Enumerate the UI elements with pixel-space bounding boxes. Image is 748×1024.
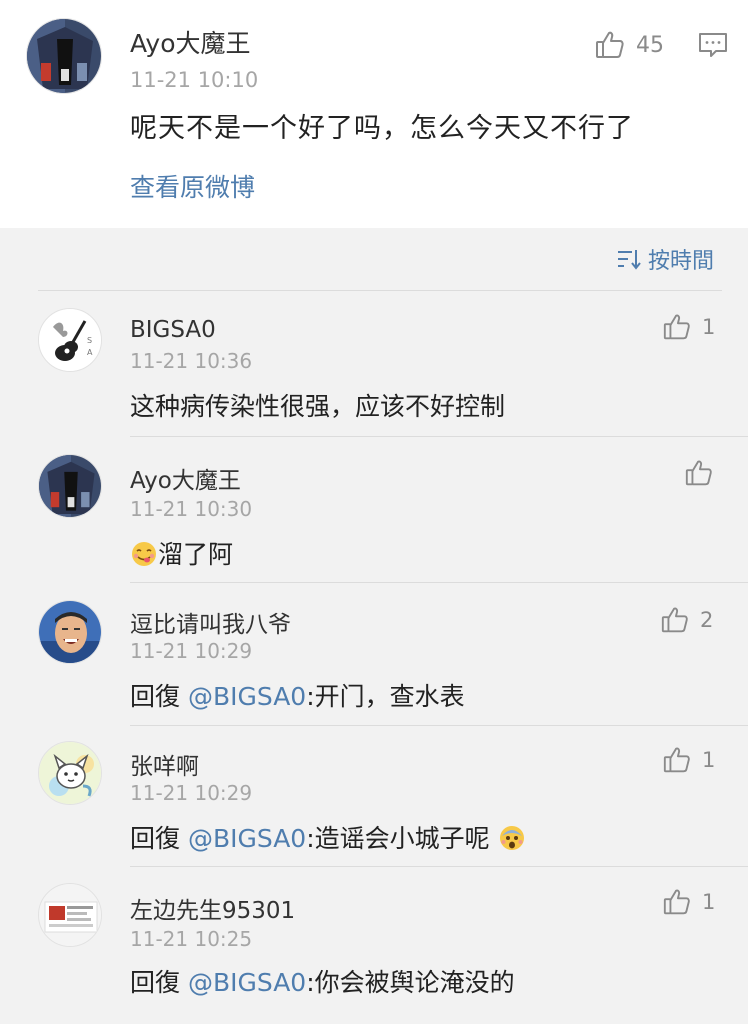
comment-like-button[interactable]: 1	[662, 887, 715, 917]
like-button[interactable]: 45	[594, 28, 664, 62]
commenter-name[interactable]: 左边先生95301	[130, 891, 295, 925]
commenter-name[interactable]: Ayo大魔王	[130, 461, 241, 495]
comment-like-button[interactable]: 1	[662, 312, 715, 342]
post-time: 11-21 10:10	[130, 68, 259, 92]
like-count: 1	[702, 748, 716, 772]
comment-text: 这种病传染性很强，应该不好控制	[130, 392, 506, 421]
comment-text-body: :你会被舆论淹没的	[306, 968, 515, 997]
svg-text:A: A	[87, 348, 93, 357]
comment-text-body: 溜了阿	[158, 540, 234, 569]
svg-text:S: S	[87, 336, 92, 345]
thumbs-up-icon	[662, 745, 692, 775]
post-text: 呢天不是一个好了吗，怎么今天又不行了	[130, 113, 634, 144]
thumbs-up-icon	[660, 605, 690, 635]
mention-link[interactable]: @BIGSA0	[188, 682, 306, 711]
commenter-name[interactable]: BIGSA0	[130, 317, 216, 343]
like-count: 1	[702, 315, 716, 339]
comment-text: 回復 @BIGSA0:开门，查水表	[130, 677, 465, 713]
original-post: Ayo大魔王 11-21 10:10 呢天不是一个好了吗，怎么今天又不行了 查看…	[0, 0, 748, 228]
comment-text: 回復 @BIGSA0:造谣会小城子呢	[130, 819, 526, 855]
commenter-name[interactable]: 逗比请叫我八爷	[130, 605, 291, 639]
reply-prefix: 回復	[130, 682, 181, 711]
sort-toggle[interactable]: 按時間	[616, 244, 714, 274]
reply-prefix: 回復	[130, 824, 181, 853]
thumbs-up-icon	[684, 458, 714, 488]
commenter-name[interactable]: 张咩啊	[130, 747, 199, 781]
thumbs-up-icon	[662, 887, 692, 917]
comment-item: Ayo大魔王 11-21 10:30 溜了阿	[0, 437, 748, 583]
sort-icon	[616, 247, 642, 271]
author-avatar[interactable]	[26, 18, 102, 94]
like-count: 2	[700, 608, 714, 632]
comment-like-button[interactable]: 1	[662, 745, 715, 775]
author-name[interactable]: Ayo大魔王	[130, 24, 251, 60]
commenter-avatar[interactable]: S A	[38, 308, 102, 372]
thumbs-up-icon	[662, 312, 692, 342]
mention-link[interactable]: @BIGSA0	[188, 968, 306, 997]
like-count: 45	[636, 32, 664, 58]
view-original-link[interactable]: 查看原微博	[130, 168, 255, 204]
comment-time: 11-21 10:29	[130, 781, 253, 805]
commenter-avatar[interactable]	[38, 600, 102, 664]
mention-link[interactable]: @BIGSA0	[188, 824, 306, 853]
comment-item: S A BIGSA0 11-21 10:36 这种病传染性很强，应该不好控制 1	[0, 291, 748, 437]
comment-item: 左边先生95301 11-21 10:25 回復 @BIGSA0:你会被舆论淹没…	[0, 867, 748, 1024]
comment-text-body: :造谣会小城子呢	[306, 824, 490, 853]
comment-text-body: :开门，查水表	[306, 682, 465, 711]
reply-prefix: 回復	[130, 968, 181, 997]
comment-text: 溜了阿	[130, 535, 233, 571]
comment-like-button[interactable]: 2	[660, 605, 713, 635]
comment-time: 11-21 10:25	[130, 927, 253, 951]
comment-like-button[interactable]	[684, 458, 714, 488]
comment-time: 11-21 10:36	[130, 349, 253, 373]
yum-face-emoji	[130, 540, 158, 568]
fearful-face-emoji	[498, 824, 526, 852]
comment-item: 张咩啊 11-21 10:29 回復 @BIGSA0:造谣会小城子呢 1	[0, 725, 748, 867]
comment-time: 11-21 10:29	[130, 639, 253, 663]
thumbs-up-icon	[594, 29, 626, 61]
sort-label: 按時間	[648, 249, 715, 274]
commenter-avatar[interactable]	[38, 883, 102, 947]
comment-text: 回復 @BIGSA0:你会被舆论淹没的	[130, 963, 515, 999]
commenter-avatar[interactable]	[38, 454, 102, 518]
comment-time: 11-21 10:30	[130, 497, 253, 521]
comment-icon	[698, 31, 728, 59]
like-count: 1	[702, 890, 716, 914]
comment-button[interactable]	[698, 31, 728, 59]
commenter-avatar[interactable]	[38, 741, 102, 805]
comment-item: 逗比请叫我八爷 11-21 10:29 回復 @BIGSA0:开门，查水表 2	[0, 583, 748, 726]
